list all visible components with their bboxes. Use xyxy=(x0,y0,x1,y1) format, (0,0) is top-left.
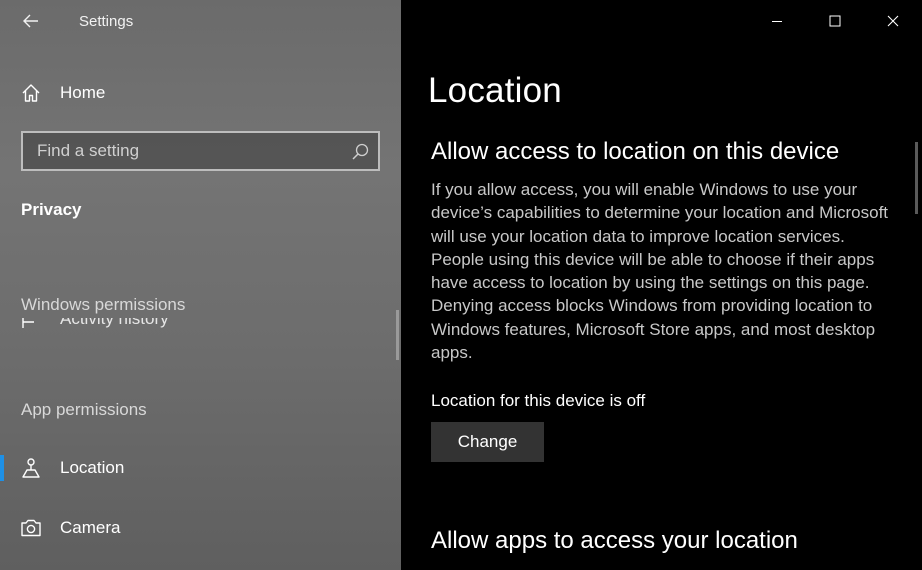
titlebar-left: Settings xyxy=(0,0,401,42)
maximize-icon xyxy=(829,15,841,27)
page-title: Location xyxy=(428,71,562,110)
device-access-description: If you allow access, you will enable Win… xyxy=(431,180,889,363)
close-icon xyxy=(887,15,899,27)
search-icon xyxy=(352,143,369,160)
window-controls xyxy=(748,0,922,42)
sidebar-item-home-label: Home xyxy=(60,83,106,102)
group-heading-windows-permissions: Windows permissions xyxy=(21,295,186,314)
sidebar-item-home[interactable]: Home xyxy=(0,73,398,113)
location-person-icon xyxy=(20,457,42,479)
activity-history-icon xyxy=(20,318,42,331)
sidebar-item-camera[interactable]: Camera xyxy=(0,508,398,548)
group-heading-app-permissions: App permissions xyxy=(21,400,147,419)
main-pane: Location Allow access to location on thi… xyxy=(401,0,922,570)
section-heading-device-access: Allow access to location on this device xyxy=(431,138,840,165)
back-button[interactable] xyxy=(14,8,48,34)
sidebar-item-location[interactable]: Location xyxy=(0,448,398,488)
app-title: Settings xyxy=(79,13,134,30)
camera-icon xyxy=(20,517,42,539)
section-title-privacy: Privacy xyxy=(21,200,82,219)
minimize-icon xyxy=(772,21,782,22)
section-heading-app-access: Allow apps to access your location xyxy=(431,527,798,554)
search-input[interactable] xyxy=(23,133,378,169)
search-box[interactable] xyxy=(21,131,380,171)
device-location-status: Location for this device is off xyxy=(431,391,646,410)
home-icon xyxy=(20,82,42,104)
sidebar-scrollbar[interactable] xyxy=(396,310,399,360)
minimize-button[interactable] xyxy=(748,0,806,42)
close-button[interactable] xyxy=(864,0,922,42)
sidebar-item-location-label: Location xyxy=(60,458,125,477)
sidebar-item-activity-history-label: Activity history xyxy=(60,318,169,328)
sidebar-item-activity-history[interactable]: Activity history xyxy=(20,318,320,336)
sidebar: Settings Home Privacy Windows permission… xyxy=(0,0,401,570)
back-arrow-icon xyxy=(23,14,38,28)
main-scrollbar[interactable] xyxy=(915,142,918,214)
maximize-button[interactable] xyxy=(806,0,864,42)
change-button[interactable]: Change xyxy=(431,422,544,462)
sidebar-item-camera-label: Camera xyxy=(60,518,121,537)
